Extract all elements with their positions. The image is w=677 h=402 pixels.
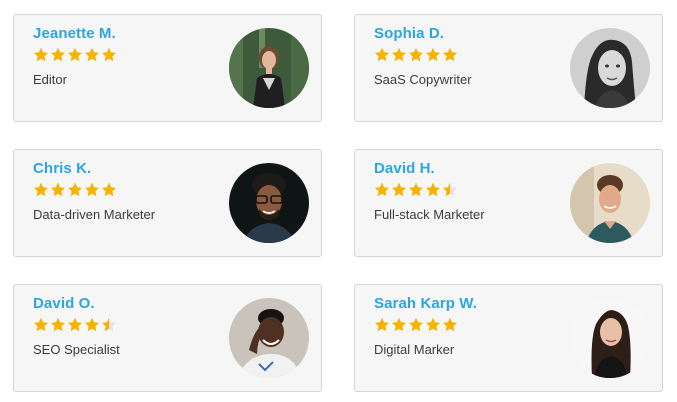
star-full-icon <box>68 182 82 197</box>
reviewer-card[interactable]: Jeanette M. Editor <box>13 14 322 122</box>
reviewer-role: Data-driven Marketer <box>33 207 156 222</box>
reviewer-role: SEO Specialist <box>33 342 120 357</box>
star-full-icon <box>375 47 389 62</box>
reviewer-card[interactable]: David H. Full-stack Marketer <box>354 149 663 257</box>
woman-portrait-icon <box>570 28 650 108</box>
star-full-icon <box>443 47 457 62</box>
star-full-icon <box>51 47 65 62</box>
star-full-icon <box>68 317 82 332</box>
star-half-icon <box>102 317 116 332</box>
star-full-icon <box>51 182 65 197</box>
avatar <box>570 163 650 243</box>
man-portrait-icon <box>229 298 309 378</box>
star-half-icon <box>443 182 457 197</box>
reviewer-card[interactable]: David O. SEO Specialist <box>13 284 322 392</box>
star-full-icon <box>375 182 389 197</box>
star-rating <box>33 317 117 335</box>
star-full-icon <box>409 182 423 197</box>
reviewer-role: Digital Marker <box>374 342 455 357</box>
reviewer-role: SaaS Copywriter <box>374 72 472 87</box>
star-rating <box>33 182 117 200</box>
star-full-icon <box>34 182 48 197</box>
star-full-icon <box>34 317 48 332</box>
reviewer-grid: Jeanette M. Editor Sophia D. SaaS Copywr… <box>13 14 665 394</box>
reviewer-role: Editor <box>33 72 67 87</box>
star-full-icon <box>34 47 48 62</box>
star-rating <box>374 182 458 200</box>
star-full-icon <box>85 182 99 197</box>
star-full-icon <box>51 317 65 332</box>
star-full-icon <box>409 47 423 62</box>
star-full-icon <box>426 317 440 332</box>
avatar <box>229 298 309 378</box>
star-full-icon <box>392 47 406 62</box>
star-full-icon <box>392 317 406 332</box>
woman-portrait-icon <box>570 298 650 378</box>
reviewer-name[interactable]: David O. <box>33 295 95 312</box>
man-portrait-icon <box>229 163 309 243</box>
star-full-icon <box>68 47 82 62</box>
avatar <box>229 28 309 108</box>
reviewer-name[interactable]: Sophia D. <box>374 25 444 42</box>
reviewer-name[interactable]: Sarah Karp W. <box>374 295 477 312</box>
star-full-icon <box>85 47 99 62</box>
star-full-icon <box>443 317 457 332</box>
star-full-icon <box>409 317 423 332</box>
reviewer-card[interactable]: Sarah Karp W. Digital Marker <box>354 284 663 392</box>
star-full-icon <box>85 317 99 332</box>
avatar <box>570 298 650 378</box>
star-full-icon <box>375 317 389 332</box>
reviewer-card[interactable]: Chris K. Data-driven Marketer <box>13 149 322 257</box>
avatar <box>570 28 650 108</box>
reviewer-name[interactable]: Jeanette M. <box>33 25 116 42</box>
man-portrait-icon <box>570 163 650 243</box>
star-full-icon <box>102 47 116 62</box>
reviewer-name[interactable]: David H. <box>374 160 435 177</box>
reviewer-role: Full-stack Marketer <box>374 207 485 222</box>
reviewer-card[interactable]: Sophia D. SaaS Copywriter <box>354 14 663 122</box>
star-full-icon <box>392 182 406 197</box>
reviewer-name[interactable]: Chris K. <box>33 160 91 177</box>
star-rating <box>33 47 117 65</box>
avatar <box>229 163 309 243</box>
star-full-icon <box>426 47 440 62</box>
woman-portrait-icon <box>229 28 309 108</box>
star-full-icon <box>426 182 440 197</box>
star-rating <box>374 317 458 335</box>
star-rating <box>374 47 458 65</box>
star-full-icon <box>102 182 116 197</box>
